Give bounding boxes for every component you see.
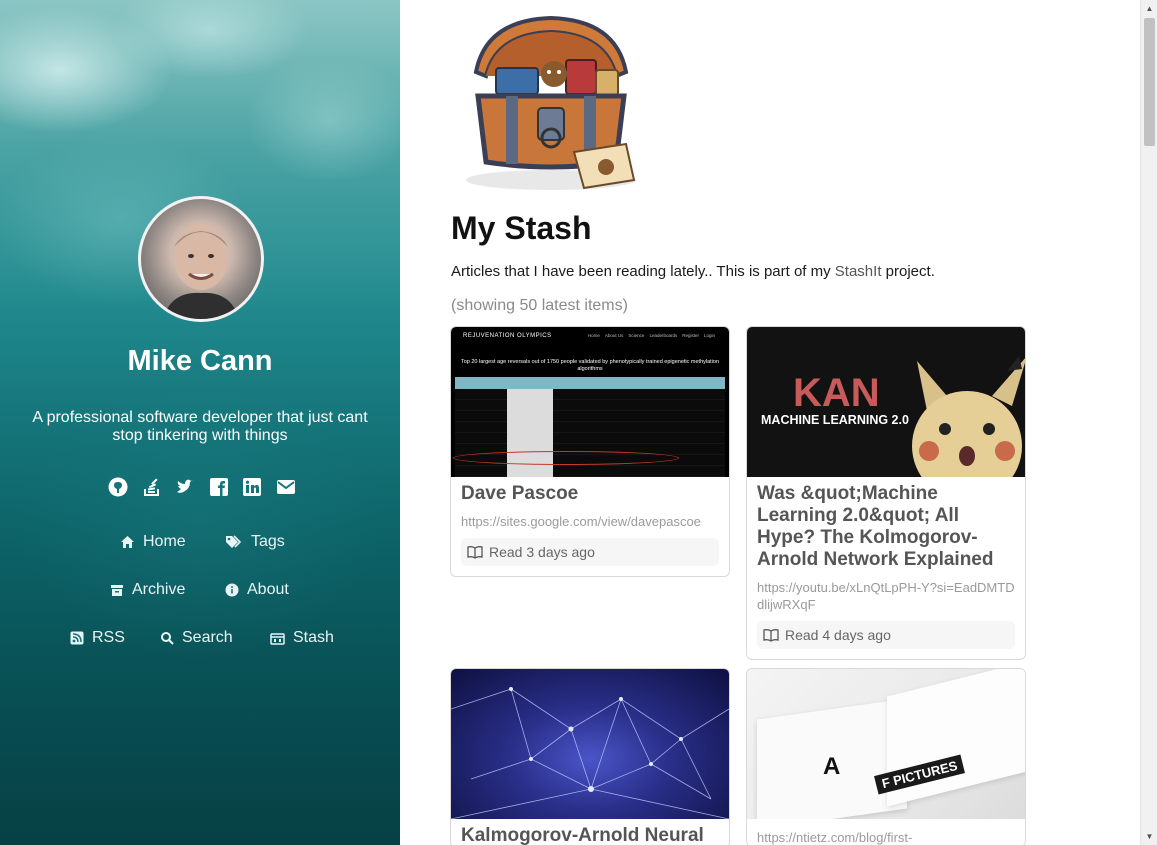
thumb-big-text: KAN bbox=[793, 371, 880, 415]
scroll-up-icon[interactable]: ▲ bbox=[1141, 0, 1157, 17]
stash-card[interactable]: A F PICTURES https://ntietz.com/blog/fir… bbox=[746, 668, 1026, 845]
read-status: Read 4 days ago bbox=[757, 621, 1015, 649]
avatar bbox=[138, 196, 264, 322]
main-content: My Stash Articles that I have been readi… bbox=[400, 0, 1140, 845]
nav-rss[interactable]: RSS bbox=[70, 629, 125, 647]
read-status: Read 3 days ago bbox=[461, 538, 719, 566]
card-thumbnail: KAN MACHINE LEARNING 2.0 bbox=[747, 327, 1025, 477]
stash-card[interactable]: KAN MACHINE LEARNING 2.0 Was &quot;Machi… bbox=[746, 326, 1026, 660]
thumb-letter: A bbox=[823, 753, 841, 780]
book-open-icon bbox=[467, 546, 483, 559]
nav-about[interactable]: About bbox=[225, 581, 289, 599]
home-icon bbox=[121, 536, 134, 548]
thumb-headline: Top 20 largest age reversals out of 1750… bbox=[460, 359, 720, 372]
item-count-note: (showing 50 latest items) bbox=[451, 297, 628, 314]
treasure-chest-logo bbox=[456, 12, 646, 197]
intro-before: Articles that I have been reading lately… bbox=[451, 263, 835, 280]
nav-archive[interactable]: Archive bbox=[110, 581, 185, 599]
intro-after: project. bbox=[881, 263, 935, 280]
card-title[interactable]: Kalmogorov-Arnold Neural bbox=[461, 825, 719, 845]
thumb-sub-text: MACHINE LEARNING 2.0 bbox=[761, 413, 909, 427]
search-icon bbox=[161, 632, 174, 645]
nav-archive-label: Archive bbox=[132, 581, 186, 598]
nav-tags[interactable]: Tags bbox=[225, 533, 285, 551]
author-name[interactable]: Mike Cann bbox=[0, 345, 400, 378]
network-illustration bbox=[451, 687, 729, 819]
thumb-brand: REJUVENATION OLYMPICS bbox=[463, 333, 552, 339]
thumb-menu-item: Login bbox=[703, 333, 715, 338]
stash-card[interactable]: Kalmogorov-Arnold Neural bbox=[450, 668, 730, 845]
stashit-link[interactable]: StashIt bbox=[835, 263, 882, 280]
thumb-menu: Home About Us Science Leaderboards Regis… bbox=[588, 333, 715, 338]
scroll-down-icon[interactable]: ▼ bbox=[1141, 828, 1157, 845]
nav-tags-label: Tags bbox=[251, 533, 285, 550]
nav-search-label: Search bbox=[182, 629, 233, 646]
stash-card[interactable]: REJUVENATION OLYMPICS Home About Us Scie… bbox=[450, 326, 730, 577]
intro-text: Articles that I have been reading lately… bbox=[451, 263, 935, 280]
nav-stash-label: Stash bbox=[293, 629, 334, 646]
github-icon[interactable] bbox=[107, 476, 129, 498]
email-icon[interactable] bbox=[275, 476, 297, 498]
page-scrollbar[interactable]: ▲ ▼ bbox=[1140, 0, 1157, 845]
thumb-menu-item: Home bbox=[587, 333, 600, 338]
nav-home-label: Home bbox=[143, 533, 186, 550]
nav-search[interactable]: Search bbox=[160, 629, 233, 647]
read-label: Read 3 days ago bbox=[489, 544, 595, 560]
nav-about-label: About bbox=[247, 581, 289, 598]
book-open-icon bbox=[763, 629, 779, 642]
card-thumbnail: REJUVENATION OLYMPICS Home About Us Scie… bbox=[451, 327, 729, 477]
tags-icon bbox=[226, 535, 242, 548]
nav-stash[interactable]: Stash bbox=[270, 629, 334, 647]
nav-home[interactable]: Home bbox=[120, 533, 186, 551]
card-url[interactable]: https://youtu.be/xLnQtLpPH-Y?si=EadDMTDd… bbox=[757, 579, 1015, 613]
card-title[interactable]: Was &quot;Machine Learning 2.0&quot; All… bbox=[757, 483, 1015, 571]
social-links bbox=[107, 475, 297, 499]
card-title[interactable]: Dave Pascoe bbox=[461, 483, 719, 505]
thumb-menu-item: Leaderboards bbox=[649, 333, 678, 338]
card-url[interactable]: https://ntietz.com/blog/first- bbox=[757, 829, 1015, 845]
rss-icon bbox=[70, 631, 84, 645]
card-thumbnail bbox=[451, 669, 729, 819]
pikachu-illustration bbox=[912, 356, 1025, 477]
card-thumbnail: A F PICTURES bbox=[747, 669, 1025, 819]
page-title: My Stash bbox=[451, 210, 592, 246]
archive-icon bbox=[111, 584, 123, 596]
thumb-menu-item: Science bbox=[628, 333, 645, 338]
read-label: Read 4 days ago bbox=[785, 627, 891, 643]
facebook-icon[interactable] bbox=[208, 476, 230, 498]
linkedin-icon[interactable] bbox=[241, 476, 263, 498]
thumb-menu-item: Register bbox=[682, 333, 699, 338]
stash-icon bbox=[270, 632, 285, 645]
card-url[interactable]: https://sites.google.com/view/davepascoe bbox=[461, 513, 719, 530]
nav-rss-label: RSS bbox=[92, 629, 125, 646]
stackoverflow-icon[interactable] bbox=[141, 476, 163, 498]
author-bio: A professional software developer that j… bbox=[32, 409, 368, 444]
sidebar: Mike Cann A professional software develo… bbox=[0, 0, 400, 845]
twitter-icon[interactable] bbox=[174, 476, 196, 498]
info-icon bbox=[225, 583, 239, 597]
thumb-menu-item: About Us bbox=[604, 333, 624, 338]
scroll-thumb[interactable] bbox=[1144, 18, 1155, 146]
